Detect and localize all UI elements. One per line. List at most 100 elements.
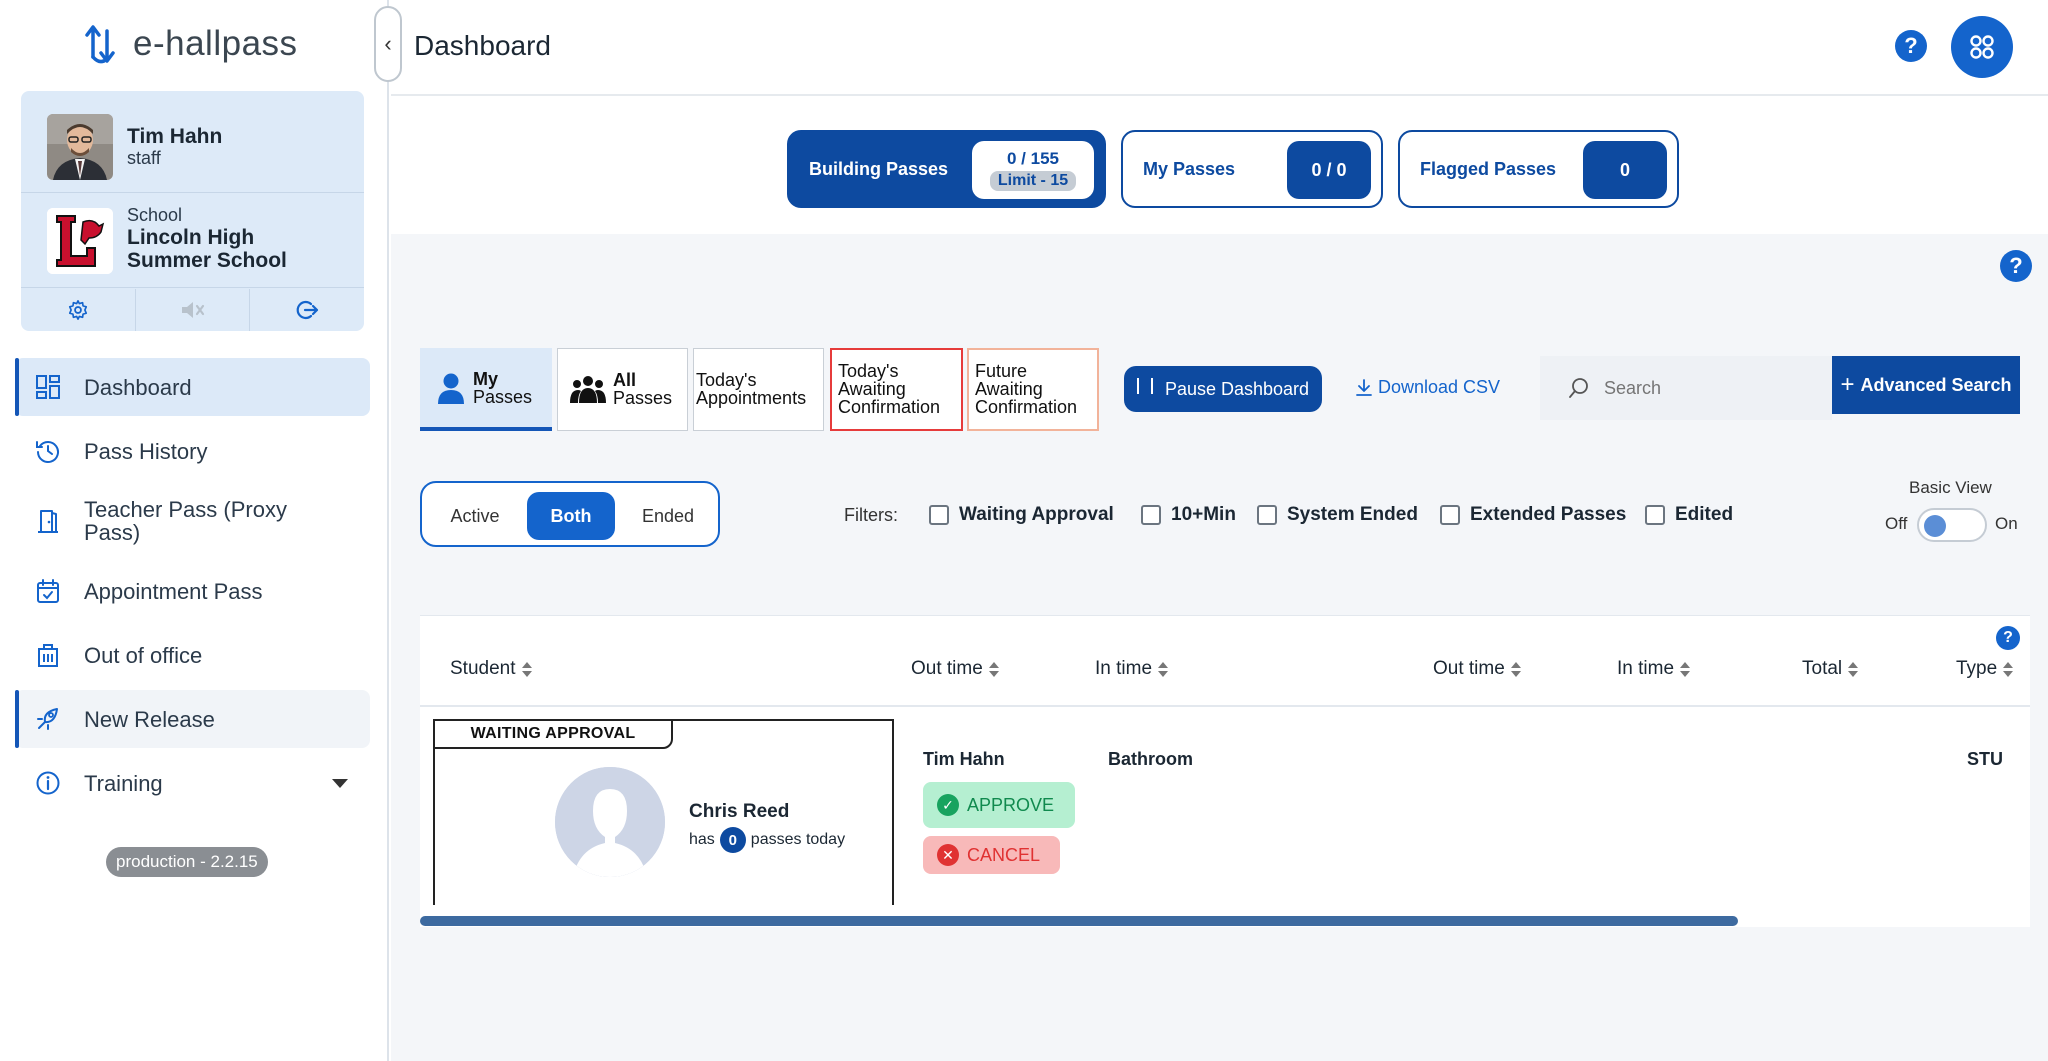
tab-label-line1: Today's (696, 370, 757, 390)
version-badge: production - 2.2.15 (106, 847, 268, 877)
column-header-total[interactable]: Total (1802, 658, 1859, 680)
status-active-option[interactable]: Active (430, 492, 520, 540)
filter-edited[interactable]: Edited (1645, 503, 1733, 527)
school-logo (47, 208, 113, 274)
column-header-student[interactable]: Student (450, 658, 532, 680)
checkbox[interactable] (1440, 505, 1460, 525)
column-label: Student (450, 658, 516, 679)
cancel-button[interactable]: ✕ CANCEL (923, 836, 1060, 874)
chevron-down-icon[interactable] (332, 778, 348, 788)
sidebar-item-dashboard[interactable]: Dashboard (15, 358, 370, 416)
tab-todays-awaiting-confirmation[interactable]: Today's Awaiting Confirmation (830, 348, 963, 431)
tab-todays-appointments[interactable]: Today's Appointments (693, 348, 824, 431)
pause-dashboard-button[interactable]: Pause Dashboard (1124, 366, 1322, 412)
checkbox[interactable] (1257, 505, 1277, 525)
school-name: Lincoln High Summer School (127, 226, 287, 272)
user-info: Tim Hahn staff (21, 101, 364, 193)
tab-all-passes[interactable]: All Passes (557, 348, 688, 431)
horizontal-scrollbar[interactable] (420, 916, 1738, 926)
highlight-indicator (15, 690, 19, 748)
close-icon: ✕ (937, 844, 959, 866)
cancel-label: CANCEL (967, 844, 1041, 865)
info-icon (36, 771, 60, 795)
column-header-out-time-2[interactable]: Out time (1433, 658, 1521, 680)
column-header-out-time[interactable]: Out time (911, 658, 999, 680)
column-header-in-time-2[interactable]: In time (1617, 658, 1691, 680)
building-limit-badge: Limit - 15 (989, 171, 1077, 191)
question-icon: ? (1904, 33, 1918, 58)
sidebar-item-pass-history[interactable]: Pass History (15, 422, 370, 480)
column-label: In time (1095, 658, 1153, 679)
approve-button[interactable]: ✓ APPROVE (923, 782, 1075, 828)
download-icon (1356, 378, 1372, 396)
dashboard-help-button[interactable]: ? (2000, 250, 2032, 282)
advanced-search-button[interactable]: + Advanced Search (1832, 356, 2020, 414)
sidebar-item-out-of-office[interactable]: Out of office (15, 626, 370, 684)
tab-label-line3: Confirmation (975, 397, 1078, 417)
filter-extended-passes[interactable]: Extended Passes (1440, 503, 1626, 527)
app-logo[interactable]: e-hallpass (85, 20, 298, 68)
tab-future-awaiting-confirmation[interactable]: Future Awaiting Confirmation (967, 348, 1099, 431)
filter-waiting-approval[interactable]: Waiting Approval (929, 503, 1114, 527)
pause-icon (1136, 378, 1153, 394)
basic-view-switch[interactable] (1917, 508, 1987, 542)
status-ended-option[interactable]: Ended (622, 492, 714, 540)
switch-knob (1924, 515, 1946, 537)
group-icon (570, 376, 606, 403)
tab-label-line3: Confirmation (838, 397, 941, 417)
search-input[interactable] (1604, 377, 1804, 399)
sort-icon (988, 661, 999, 677)
status-both-option[interactable]: Both (527, 492, 615, 540)
sort-icon (1158, 661, 1169, 677)
filter-label: Extended Passes (1470, 504, 1627, 525)
mute-button[interactable] (136, 289, 251, 331)
filter-system-ended[interactable]: System Ended (1257, 503, 1418, 527)
checkbox[interactable] (929, 505, 949, 525)
collapse-sidebar-button[interactable]: ‹ (374, 6, 402, 82)
table-help-button[interactable]: ? (1996, 626, 2020, 650)
sidebar-item-label: Pass History (84, 438, 208, 464)
apps-menu-button[interactable] (1951, 16, 2013, 78)
sidebar-item-label: Appointment Pass (84, 578, 263, 604)
column-header-type[interactable]: Type (1956, 658, 2014, 680)
dashboard-main: ? My Passes All Passes Today's Appointme… (391, 234, 2048, 1061)
calendar-icon (37, 579, 59, 603)
sidebar-item-new-release[interactable]: New Release (15, 690, 370, 748)
sidebar-item-appointment-pass[interactable]: Appointment Pass (15, 562, 370, 620)
pass-from: Tim Hahn (923, 749, 1005, 769)
sort-icon (1848, 661, 1859, 677)
passes-table: Student Out time In time Out time In tim… (420, 615, 2030, 927)
question-icon: ? (2003, 629, 2013, 646)
settings-button[interactable] (21, 289, 136, 331)
student-card[interactable]: WAITING APPROVAL Chris Reed has 0 passes… (433, 719, 894, 905)
filter-10-min[interactable]: 10+Min (1141, 503, 1236, 527)
checkbox[interactable] (1645, 505, 1665, 525)
profile-card: Tim Hahn staff School Lincoln High Summe… (21, 91, 364, 331)
tab-label-line2: Appointments (696, 388, 807, 408)
sidebar-item-teacher-pass[interactable]: Teacher Pass (Proxy Pass) (15, 486, 370, 556)
flagged-passes-counter[interactable]: Flagged Passes 0 (1398, 130, 1679, 208)
sidebar-item-label: Out of office (84, 642, 203, 668)
top-header: Dashboard ? (391, 0, 2048, 96)
sort-icon (521, 661, 532, 677)
logout-icon (296, 300, 319, 320)
checkbox[interactable] (1141, 505, 1161, 525)
my-passes-counter[interactable]: My Passes 0 / 0 (1121, 130, 1383, 208)
help-button[interactable]: ? (1895, 30, 1927, 62)
tab-my-passes[interactable]: My Passes (420, 348, 552, 431)
building-icon (38, 644, 58, 667)
download-csv-label: Download CSV (1378, 377, 1501, 397)
filter-label: 10+Min (1171, 504, 1236, 525)
chevron-left-icon: ‹ (384, 31, 392, 56)
user-placeholder-icon (555, 767, 665, 877)
logout-button[interactable] (250, 289, 364, 331)
tab-label-line1: All (613, 370, 637, 390)
sidebar-item-training[interactable]: Training (15, 754, 370, 812)
building-passes-counter[interactable]: Building Passes 0 / 155 Limit - 15 (787, 130, 1106, 208)
counter-value: 0 (1583, 141, 1667, 199)
column-header-in-time[interactable]: In time (1095, 658, 1169, 680)
counter-label: Building Passes (809, 158, 949, 179)
column-label: In time (1617, 658, 1675, 679)
download-csv-link[interactable]: Download CSV (1356, 377, 1500, 398)
profile-actions (21, 289, 364, 331)
